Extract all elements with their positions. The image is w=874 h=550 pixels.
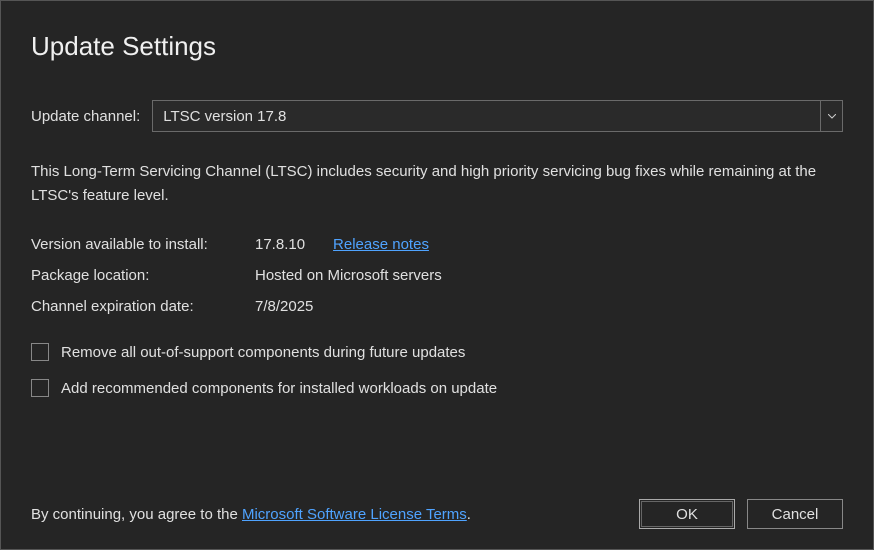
- agree-prefix: By continuing, you agree to the: [31, 506, 242, 523]
- package-location-value: Hosted on Microsoft servers: [255, 267, 843, 284]
- dropdown-toggle-button[interactable]: [821, 100, 843, 132]
- version-available-value: 17.8.10: [255, 236, 305, 253]
- ok-button[interactable]: OK: [639, 499, 735, 529]
- update-channel-row: Update channel: LTSC version 17.8: [31, 100, 843, 132]
- version-available-row: 17.8.10 Release notes: [255, 236, 843, 253]
- info-grid: Version available to install: 17.8.10 Re…: [31, 236, 843, 315]
- update-channel-dropdown[interactable]: LTSC version 17.8: [152, 100, 843, 132]
- update-channel-value: LTSC version 17.8: [152, 100, 821, 132]
- dialog-content: Update Settings Update channel: LTSC ver…: [1, 1, 873, 549]
- update-channel-label: Update channel:: [31, 108, 140, 125]
- add-recommended-checkbox[interactable]: [31, 379, 49, 397]
- dialog-footer: By continuing, you agree to the Microsof…: [31, 479, 843, 529]
- add-recommended-label[interactable]: Add recommended components for installed…: [61, 380, 497, 397]
- remove-unsupported-checkbox[interactable]: [31, 343, 49, 361]
- license-agreement-text: By continuing, you agree to the Microsof…: [31, 506, 471, 523]
- chevron-down-icon: [828, 114, 836, 119]
- release-notes-link[interactable]: Release notes: [333, 236, 429, 253]
- channel-expiration-value: 7/8/2025: [255, 298, 843, 315]
- dialog-buttons: OK Cancel: [639, 499, 843, 529]
- package-location-label: Package location:: [31, 267, 255, 284]
- channel-expiration-label: Channel expiration date:: [31, 298, 255, 315]
- agree-suffix: .: [467, 506, 471, 523]
- remove-unsupported-label[interactable]: Remove all out-of-support components dur…: [61, 344, 465, 361]
- remove-unsupported-row: Remove all out-of-support components dur…: [31, 343, 843, 361]
- add-recommended-row: Add recommended components for installed…: [31, 379, 843, 397]
- dialog-title: Update Settings: [31, 31, 843, 62]
- channel-description: This Long-Term Servicing Channel (LTSC) …: [31, 160, 843, 208]
- update-settings-dialog: Update Settings Update channel: LTSC ver…: [0, 0, 874, 550]
- version-available-label: Version available to install:: [31, 236, 255, 253]
- license-terms-link[interactable]: Microsoft Software License Terms: [242, 506, 467, 523]
- cancel-button[interactable]: Cancel: [747, 499, 843, 529]
